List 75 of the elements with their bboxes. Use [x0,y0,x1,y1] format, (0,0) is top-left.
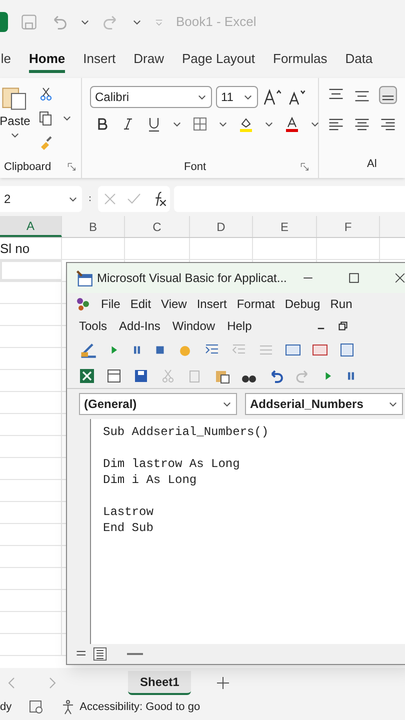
fill-color-icon[interactable] [238,116,254,132]
ribbon-tab[interactable]: Home [29,48,66,74]
column-header[interactable]: F [317,216,380,237]
font-name-dropdown[interactable]: Calibri [90,86,212,108]
menu-item[interactable]: Debug [284,295,320,313]
accessibility-status[interactable]: Accessibility: Good to go [80,698,200,716]
excel-icon[interactable] [79,368,95,384]
menu-item[interactable]: Window [172,317,216,335]
form-icon[interactable] [312,342,328,358]
vba-logo-icon[interactable] [75,296,91,312]
status-text: dy [0,700,12,715]
cell-text: Sl no [0,240,30,258]
menu-item[interactable]: Format [236,295,275,313]
code-line: Sub Addserial_Numbers() [103,424,269,439]
menu-item[interactable]: View [161,295,187,313]
menu-item[interactable]: Edit [130,295,152,313]
code-line: Dim i As Long [103,472,197,487]
column-header[interactable]: C [125,216,190,237]
maximize-icon[interactable] [347,271,361,285]
column-header[interactable]: A [0,216,62,237]
object-dropdown[interactable]: (General) [79,393,237,415]
menu-item[interactable]: Help [227,317,252,335]
restore-icon[interactable] [338,321,348,331]
menu-item[interactable]: Add-Ins [119,317,160,335]
macro-icon[interactable] [28,699,44,715]
close-icon[interactable] [393,271,405,285]
ribbon-tab[interactable]: Formulas [273,48,328,74]
dialog-launcher-icon[interactable] [300,162,310,172]
sheet-tab[interactable]: Sheet1 [128,671,192,695]
code-line: Dim lastrow As Long [103,456,240,471]
group-label: Font [184,160,206,175]
font-color-icon[interactable] [284,116,300,132]
properties-icon[interactable] [339,342,355,358]
ribbon-tab[interactable]: Draw [134,48,164,74]
pause-icon[interactable] [131,344,143,356]
ribbon-tab[interactable]: Data [345,48,373,74]
group-label: Al [366,157,378,172]
menu-item[interactable]: Run [330,295,352,313]
window-icon[interactable] [285,342,301,358]
menu-item[interactable]: Insert [196,295,227,313]
excel-logo-icon [0,12,8,32]
insert-module-icon[interactable] [106,368,122,384]
selected-cell[interactable] [0,260,62,281]
align-bottom-icon[interactable] [379,86,397,104]
group-label: Clipboard [3,160,52,175]
code-editor[interactable]: Sub Addserial_Numbers() Dim lastrow As Long Dim i As Long Lastrow End Sub [91,419,405,644]
name-box[interactable]: 2 [0,186,82,212]
menu-item[interactable]: File [101,295,120,313]
column-header[interactable]: D [190,216,253,237]
window-title: Microsoft Visual Basic for Applicat... [97,270,287,287]
vba-app-icon[interactable] [75,269,93,287]
plus-icon[interactable] [215,675,232,691]
underline-icon[interactable] [146,116,162,132]
design-mode-icon[interactable] [79,341,97,359]
code-line: End Sub [103,520,154,535]
procedure-dropdown[interactable]: Addserial_Numbers [245,393,403,415]
column-header[interactable]: E [253,216,317,237]
paste-button[interactable]: Paste [0,112,30,130]
floppy-save-icon[interactable] [133,368,149,384]
pause-icon[interactable] [345,370,357,382]
ribbon-tab[interactable]: Page Layout [182,48,256,74]
copy-icon[interactable] [38,110,54,126]
ribbon-tab[interactable]: Insert [83,48,116,74]
code-line: Lastrow [103,504,154,519]
module-view-icon[interactable] [93,647,107,661]
menu-item[interactable]: Tools [79,317,108,335]
stop-icon[interactable] [154,344,166,356]
font-size-dropdown[interactable]: 11 [216,86,258,108]
window-title: Book1 - Excel [176,13,256,32]
borders-icon[interactable] [192,116,208,132]
column-header[interactable]: B [62,216,125,237]
increase-font-icon[interactable] [262,87,282,107]
dialog-launcher-icon[interactable] [67,162,77,172]
scissors-icon[interactable] [38,86,54,102]
ribbon-tab[interactable]: ile [0,48,12,74]
